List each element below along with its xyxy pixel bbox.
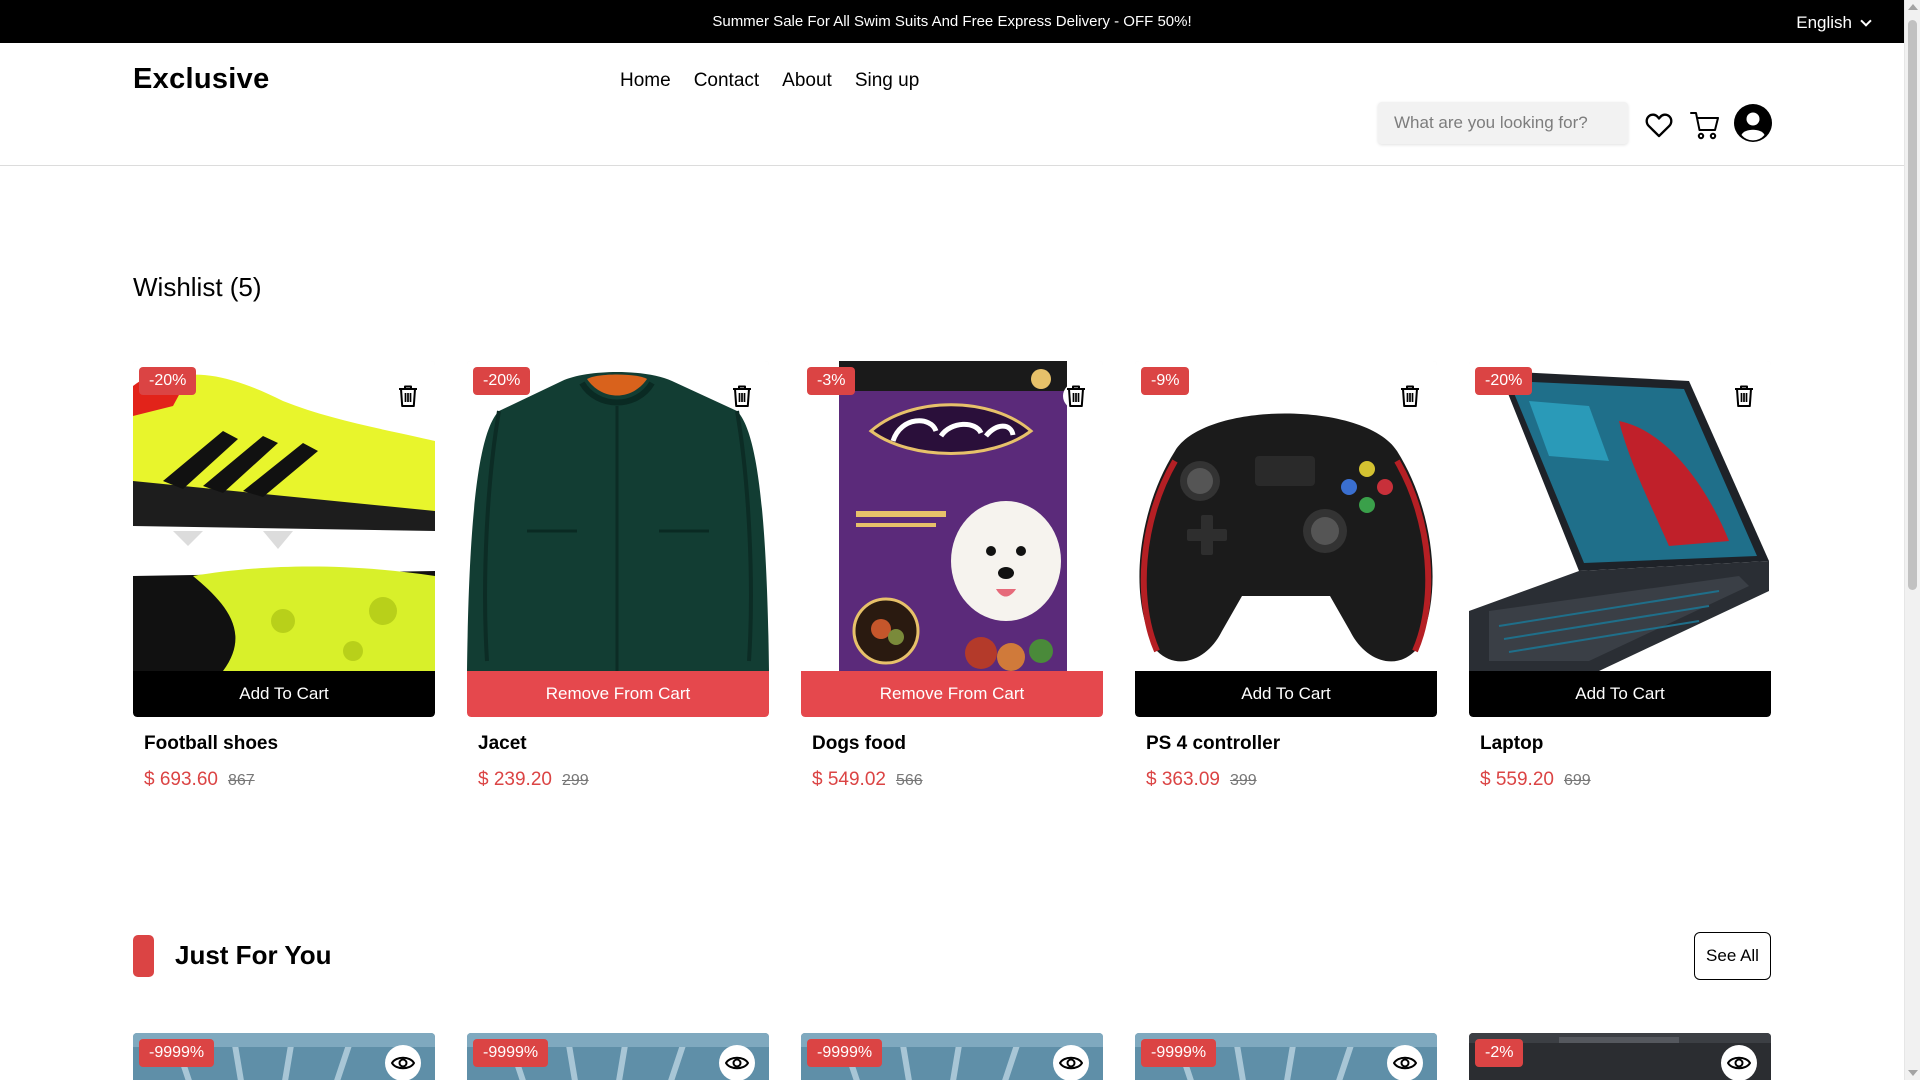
remove-from-cart-button[interactable]: Remove From Cart <box>801 671 1103 717</box>
search-box <box>1378 102 1628 144</box>
old-price: 867 <box>227 772 255 789</box>
discount-badge: -20% <box>473 367 531 395</box>
wishlist-card: -9% Add To Cart PS 4 controller $ 363.09… <box>1135 361 1437 791</box>
eye-icon[interactable] <box>719 1045 755 1080</box>
nav-home[interactable]: Home <box>620 70 671 92</box>
eye-icon[interactable] <box>1387 1045 1423 1080</box>
current-price: $ 549.02 <box>812 769 886 790</box>
current-price: $ 693.60 <box>144 769 218 790</box>
product-name[interactable]: Laptop <box>1480 733 1771 755</box>
trash-icon[interactable] <box>729 383 755 409</box>
product-name[interactable]: Dogs food <box>812 733 1103 755</box>
product-name[interactable]: PS 4 controller <box>1146 733 1437 755</box>
recommended-card[interactable]: -9999% <box>133 1033 435 1080</box>
recommended-card[interactable]: -9999% <box>1135 1033 1437 1080</box>
discount-badge: -20% <box>1475 367 1533 395</box>
section-title: Just For You <box>175 940 332 970</box>
trash-icon[interactable] <box>395 383 421 409</box>
trash-icon[interactable] <box>1063 383 1089 409</box>
wishlist-card: -20% Add To Cart Football shoes $ 693.60… <box>133 361 435 791</box>
product-price: $ 693.60 867 <box>144 769 435 791</box>
language-label: English <box>1796 13 1852 32</box>
see-all-button[interactable]: See All <box>1694 932 1771 980</box>
wishlist-card: -20% Remove From Cart Jacet $ 239.20 299 <box>467 361 769 791</box>
promo-text: Summer Sale For All Swim Suits And Free … <box>712 13 1192 30</box>
recommended-card[interactable]: -9999% <box>467 1033 769 1080</box>
eye-icon[interactable] <box>385 1045 421 1080</box>
main-nav: Home Contact About Sing up <box>620 70 919 92</box>
product-name[interactable]: Jacet <box>478 733 769 755</box>
cart-icon[interactable] <box>1688 105 1722 145</box>
page-scrollbar[interactable] <box>1904 0 1920 1080</box>
product-price: $ 239.20 299 <box>478 769 769 791</box>
remove-from-cart-button[interactable]: Remove From Cart <box>467 671 769 717</box>
product-image-laptop[interactable]: -20% Add To Cart <box>1469 361 1771 717</box>
discount-badge: -9999% <box>473 1039 549 1067</box>
trash-icon[interactable] <box>1397 383 1423 409</box>
add-to-cart-button[interactable]: Add To Cart <box>1469 671 1771 717</box>
scroll-down-icon[interactable] <box>1908 1070 1918 1076</box>
current-price: $ 239.20 <box>478 769 552 790</box>
discount-badge: -3% <box>807 367 856 395</box>
product-price: $ 363.09 399 <box>1146 769 1437 791</box>
section-accent-bar <box>133 935 154 977</box>
discount-badge: -9999% <box>807 1039 883 1067</box>
discount-badge: -20% <box>139 367 197 395</box>
add-to-cart-button[interactable]: Add To Cart <box>1135 671 1437 717</box>
eye-icon[interactable] <box>1053 1045 1089 1080</box>
product-image-controller[interactable]: -9% Add To Cart <box>1135 361 1437 717</box>
discount-badge: -9% <box>1141 367 1190 395</box>
language-selector[interactable]: English <box>1796 13 1872 33</box>
old-price: 566 <box>895 772 923 789</box>
eye-icon[interactable] <box>1721 1045 1757 1080</box>
product-image-jacket[interactable]: -20% Remove From Cart <box>467 361 769 717</box>
scroll-up-icon[interactable] <box>1908 4 1918 10</box>
site-logo[interactable]: Exclusive <box>133 63 270 96</box>
product-price: $ 559.20 699 <box>1480 769 1771 791</box>
product-price: $ 549.02 566 <box>812 769 1103 791</box>
trash-icon[interactable] <box>1731 383 1757 409</box>
recommended-card[interactable]: -9999% <box>801 1033 1103 1080</box>
product-image-football-shoes[interactable]: -20% Add To Cart <box>133 361 435 717</box>
old-price: 299 <box>561 772 589 789</box>
chevron-down-icon <box>1860 14 1872 27</box>
wishlist-card: -3% Remove From Cart Dogs food $ 549.02 … <box>801 361 1103 791</box>
product-image-dog-food[interactable]: -3% Remove From Cart <box>801 361 1103 717</box>
nav-contact[interactable]: Contact <box>694 70 759 92</box>
nav-signup[interactable]: Sing up <box>855 70 919 92</box>
search-input[interactable] <box>1378 102 1628 144</box>
recommended-card[interactable]: -2% <box>1469 1033 1771 1080</box>
add-to-cart-button[interactable]: Add To Cart <box>133 671 435 717</box>
nav-about[interactable]: About <box>782 70 832 92</box>
heart-icon[interactable] <box>1644 105 1674 145</box>
current-price: $ 363.09 <box>1146 769 1220 790</box>
old-price: 699 <box>1563 772 1591 789</box>
old-price: 399 <box>1229 772 1257 789</box>
discount-badge: -9999% <box>139 1039 215 1067</box>
discount-badge: -2% <box>1475 1039 1524 1067</box>
current-price: $ 559.20 <box>1480 769 1554 790</box>
wishlist-card: -20% Add To Cart Laptop $ 559.20 699 <box>1469 361 1771 791</box>
scrollbar-thumb[interactable] <box>1908 20 1917 590</box>
discount-badge: -9999% <box>1141 1039 1217 1067</box>
product-name[interactable]: Football shoes <box>144 733 435 755</box>
user-icon[interactable] <box>1733 103 1773 143</box>
announcement-bar: Summer Sale For All Swim Suits And Free … <box>0 0 1904 43</box>
wishlist-title: Wishlist (5) <box>133 272 262 302</box>
